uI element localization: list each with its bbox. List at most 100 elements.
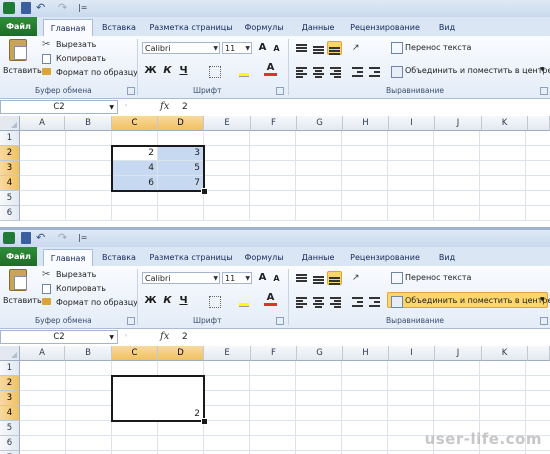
- orientation-icon[interactable]: ↗: [352, 43, 362, 53]
- tab-file[interactable]: Файл: [0, 247, 37, 266]
- tab-insert[interactable]: Вставка: [98, 249, 140, 266]
- font-size-select[interactable]: 11 ▼: [222, 42, 252, 54]
- copy-icon[interactable]: [42, 54, 51, 64]
- tab-data[interactable]: Данные: [296, 19, 340, 36]
- paste-icon[interactable]: [9, 39, 27, 61]
- name-box[interactable]: C2 ▼: [0, 100, 118, 114]
- row-header[interactable]: 1: [0, 131, 20, 146]
- tab-file[interactable]: Файл: [0, 17, 37, 36]
- font-color-icon[interactable]: A: [264, 63, 277, 76]
- tab-formulas[interactable]: Формулы: [240, 249, 288, 266]
- align-top-icon[interactable]: [296, 44, 307, 54]
- column-header[interactable]: K: [482, 116, 528, 131]
- save-icon[interactable]: [21, 2, 31, 14]
- column-header[interactable]: G: [297, 346, 343, 361]
- wrap-text-button[interactable]: Перенос текста: [405, 43, 471, 52]
- tab-review[interactable]: Рецензирование: [346, 249, 424, 266]
- align-left-icon[interactable]: [296, 297, 307, 308]
- merge-dropdown-icon[interactable]: ▼: [540, 296, 545, 303]
- clipboard-launcher-icon[interactable]: [127, 87, 135, 95]
- column-header[interactable]: G: [297, 116, 343, 131]
- tab-home[interactable]: Главная: [43, 19, 93, 37]
- format-painter-button[interactable]: Формат по образцу: [56, 298, 138, 307]
- tab-view[interactable]: Вид: [432, 19, 462, 36]
- align-right-icon[interactable]: [330, 297, 341, 308]
- align-left-icon[interactable]: [296, 67, 307, 78]
- cut-icon[interactable]: ✂: [42, 40, 52, 50]
- column-header[interactable]: C: [112, 116, 158, 131]
- redo-icon[interactable]: ↷: [58, 2, 70, 14]
- font-color-icon[interactable]: A: [264, 293, 277, 306]
- name-box-resize-icon[interactable]: ◦: [124, 102, 128, 110]
- column-header[interactable]: F: [251, 116, 297, 131]
- align-right-icon[interactable]: [330, 67, 341, 78]
- column-header[interactable]: J: [435, 116, 482, 131]
- column-header[interactable]: A: [20, 346, 65, 361]
- column-header[interactable]: [528, 116, 550, 131]
- shrink-font-icon[interactable]: A: [270, 273, 283, 285]
- customize-qat-icon[interactable]: |=: [78, 232, 90, 244]
- cut-icon[interactable]: ✂: [42, 270, 52, 280]
- font-launcher-icon[interactable]: [276, 87, 284, 95]
- column-header[interactable]: C: [112, 346, 158, 361]
- redo-icon[interactable]: ↷: [58, 232, 70, 244]
- column-header[interactable]: I: [389, 346, 435, 361]
- borders-icon[interactable]: [209, 296, 221, 308]
- row-header[interactable]: 5: [0, 421, 20, 436]
- column-header[interactable]: H: [343, 346, 389, 361]
- row-header[interactable]: 3: [0, 161, 20, 176]
- format-painter-button[interactable]: Формат по образцу: [56, 68, 138, 77]
- alignment-launcher-icon[interactable]: [540, 317, 548, 325]
- fill-handle[interactable]: [201, 188, 208, 195]
- bold-button[interactable]: Ж: [144, 295, 157, 307]
- merge-center-button[interactable]: Объединить и поместить в центре: [405, 66, 550, 75]
- column-header[interactable]: B: [65, 346, 112, 361]
- decrease-indent-icon[interactable]: [352, 297, 363, 307]
- italic-button[interactable]: К: [161, 295, 174, 307]
- font-name-select[interactable]: Calibri ▼: [142, 272, 220, 284]
- name-box-resize-icon[interactable]: ◦: [124, 332, 128, 340]
- row-header[interactable]: 2: [0, 376, 20, 391]
- tab-data[interactable]: Данные: [296, 249, 340, 266]
- undo-icon[interactable]: ↶: [36, 232, 48, 244]
- cell-c4[interactable]: 6: [112, 176, 158, 191]
- fill-color-icon[interactable]: [239, 296, 249, 307]
- grow-font-icon[interactable]: A: [256, 42, 269, 54]
- column-header[interactable]: J: [435, 346, 482, 361]
- paste-label[interactable]: Вставить: [3, 66, 42, 75]
- select-all-corner[interactable]: [0, 346, 20, 361]
- merge-center-button-highlighted[interactable]: Объединить и поместить в центре ▼: [387, 292, 550, 308]
- row-header[interactable]: 4: [0, 176, 20, 191]
- format-painter-icon[interactable]: [42, 298, 51, 305]
- align-bottom-button[interactable]: [327, 271, 342, 285]
- cell-c3[interactable]: 4: [112, 161, 158, 176]
- italic-button[interactable]: К: [161, 65, 174, 77]
- tab-home[interactable]: Главная: [43, 249, 93, 267]
- copy-button[interactable]: Копировать: [56, 284, 106, 293]
- column-header[interactable]: E: [204, 346, 251, 361]
- paste-icon[interactable]: [9, 269, 27, 291]
- font-name-select[interactable]: Calibri ▼: [142, 42, 220, 54]
- wrap-text-button[interactable]: Перенос текста: [405, 273, 471, 282]
- align-bottom-button[interactable]: [327, 41, 342, 55]
- cut-button[interactable]: Вырезать: [56, 40, 96, 49]
- merge-dropdown-icon[interactable]: ▼: [540, 66, 545, 73]
- column-header[interactable]: I: [389, 116, 435, 131]
- font-launcher-icon[interactable]: [276, 317, 284, 325]
- save-icon[interactable]: [21, 232, 31, 244]
- insert-function-icon[interactable]: fx: [160, 331, 169, 342]
- row-header[interactable]: 6: [0, 436, 20, 451]
- column-header[interactable]: B: [65, 116, 112, 131]
- align-center-icon[interactable]: [313, 297, 324, 308]
- format-painter-icon[interactable]: [42, 68, 51, 75]
- align-middle-icon[interactable]: [313, 274, 324, 284]
- customize-qat-icon[interactable]: |=: [78, 2, 90, 14]
- column-header[interactable]: D: [158, 346, 204, 361]
- alignment-launcher-icon[interactable]: [540, 87, 548, 95]
- row-header[interactable]: 5: [0, 191, 20, 206]
- decrease-indent-icon[interactable]: [352, 67, 363, 77]
- cut-button[interactable]: Вырезать: [56, 270, 96, 279]
- bold-button[interactable]: Ж: [144, 65, 157, 77]
- tab-review[interactable]: Рецензирование: [346, 19, 424, 36]
- column-header[interactable]: [528, 346, 550, 361]
